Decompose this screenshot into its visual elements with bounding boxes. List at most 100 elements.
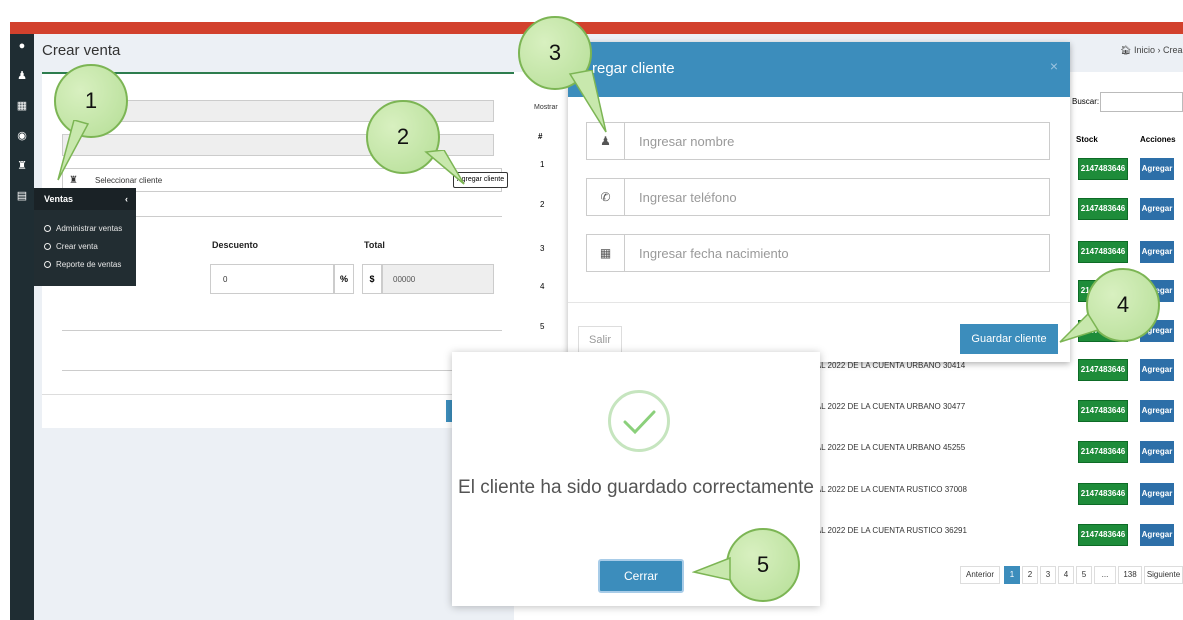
- success-message: El cliente ha sido guardado correctament…: [458, 477, 814, 498]
- search-input[interactable]: [1100, 92, 1183, 112]
- top-navbar: [10, 22, 1183, 34]
- home-icon: 🏠︎: [1120, 45, 1132, 55]
- circle-icon: [44, 225, 51, 232]
- pagination-page[interactable]: 4: [1058, 566, 1074, 584]
- menu-item-reporte-ventas[interactable]: Reporte de ventas: [44, 260, 121, 269]
- divider: [62, 370, 502, 371]
- search-label: Buscar:: [1072, 97, 1100, 106]
- pagination-page-active[interactable]: 1: [1004, 566, 1020, 584]
- currency-addon: $: [362, 264, 382, 294]
- name-placeholder: Ingresar nombre: [639, 134, 735, 149]
- chevron-left-icon: ‹: [125, 194, 128, 204]
- sales-menu-title: Ventas: [44, 194, 74, 204]
- pagination-page[interactable]: 5: [1076, 566, 1092, 584]
- add-client-modal: regar cliente × ♟ Ingresar nombre ✆ Ingr…: [568, 42, 1070, 362]
- show-entries-label: Mostrar: [534, 104, 558, 111]
- sales-icon[interactable]: ▤: [16, 190, 28, 202]
- callout-5: 5: [726, 528, 800, 602]
- menu-item-label: Crear venta: [56, 242, 98, 251]
- col-actions[interactable]: Acciones: [1140, 135, 1176, 144]
- row-number: 3: [540, 244, 545, 253]
- menu-item-crear-venta[interactable]: Crear venta: [44, 242, 98, 251]
- stock-badge: 2147483646: [1078, 241, 1128, 263]
- page-title: Crear venta: [42, 42, 121, 59]
- circle-icon: [44, 243, 51, 250]
- discount-label: Descuento: [212, 240, 259, 250]
- add-product-button[interactable]: Agregar: [1140, 524, 1174, 546]
- product-description: CAL 2022 DE LA CUENTA RUSTICO 37008: [810, 485, 967, 494]
- breadcrumb: 🏠︎ Inicio › Crear ve: [1120, 45, 1183, 56]
- exit-button[interactable]: Salir: [578, 326, 622, 354]
- close-button[interactable]: Cerrar: [598, 559, 684, 593]
- product-description: CAL 2022 DE LA CUENTA URBANO 30477: [810, 402, 966, 411]
- clients-icon[interactable]: ♜: [16, 160, 28, 172]
- client-select-value: Seleccionar cliente: [95, 176, 163, 185]
- row-number: 5: [540, 322, 545, 331]
- screenshot-stage: { "page": {"title": "Crear venta", "brea…: [0, 0, 1183, 620]
- callout-3-pointer: [568, 70, 607, 133]
- stock-badge: 2147483646: [1078, 158, 1128, 180]
- col-stock[interactable]: Stock: [1076, 135, 1098, 144]
- sales-submenu: Ventas ‹ Administrar ventas Crear venta …: [34, 188, 136, 286]
- row-number: 4: [540, 282, 545, 291]
- user-icon[interactable]: ♟: [16, 70, 28, 82]
- breadcrumb-current: Crear ve: [1163, 45, 1183, 55]
- phone-placeholder: Ingresar teléfono: [639, 190, 737, 205]
- row-number: 2: [540, 200, 545, 209]
- product-description: CAL 2022 DE LA CUENTA URBANO 45255: [810, 443, 966, 452]
- name-field[interactable]: ♟ Ingresar nombre: [586, 122, 1050, 160]
- pagination-page[interactable]: 138: [1118, 566, 1142, 584]
- add-product-button[interactable]: Agregar: [1140, 359, 1174, 381]
- modal-header: regar cliente ×: [568, 42, 1070, 97]
- stock-badge: 2147483646: [1078, 441, 1128, 463]
- menu-item-label: Administrar ventas: [56, 224, 123, 233]
- grid-icon[interactable]: ▦: [16, 100, 28, 112]
- percent-addon: %: [334, 264, 354, 294]
- stock-badge: 2147483646: [1078, 524, 1128, 546]
- add-product-button[interactable]: Agregar: [1140, 400, 1174, 422]
- add-product-button[interactable]: Agregar: [1140, 441, 1174, 463]
- phone-field[interactable]: ✆ Ingresar teléfono: [586, 178, 1050, 216]
- pagination-page[interactable]: 2: [1022, 566, 1038, 584]
- close-icon[interactable]: ×: [1050, 58, 1058, 74]
- birthdate-placeholder: Ingresar fecha nacimiento: [639, 246, 789, 261]
- sales-menu-header[interactable]: Ventas ‹: [34, 188, 136, 210]
- menu-item-administrar-ventas[interactable]: Administrar ventas: [44, 224, 122, 233]
- col-hash[interactable]: #: [538, 132, 542, 141]
- row-number: 1: [540, 160, 545, 169]
- add-product-button[interactable]: Agregar: [1140, 483, 1174, 505]
- callout-2-pointer: [424, 150, 465, 185]
- stock-badge: 2147483646: [1078, 359, 1128, 381]
- breadcrumb-home[interactable]: Inicio: [1134, 45, 1155, 55]
- product-description: CAL 2022 DE LA CUENTA URBANO 30414: [810, 361, 966, 370]
- pagination-prev[interactable]: Anterior: [960, 566, 1000, 584]
- add-product-button[interactable]: Agregar: [1140, 241, 1174, 263]
- total-label: Total: [364, 240, 385, 250]
- save-client-button[interactable]: Guardar cliente: [960, 324, 1058, 354]
- discount-value: 0: [223, 275, 228, 284]
- product-description: CAL 2022 DE LA CUENTA RUSTICO 36291: [810, 526, 967, 535]
- product-icon[interactable]: ◉: [16, 130, 28, 142]
- circle-icon: [44, 261, 51, 268]
- discount-input[interactable]: 0: [210, 264, 334, 294]
- callout-1-pointer: [57, 120, 90, 181]
- pagination-page[interactable]: 3: [1040, 566, 1056, 584]
- pagination-next[interactable]: Siguiente: [1144, 566, 1183, 584]
- stock-badge: 2147483646: [1078, 198, 1128, 220]
- stock-badge: 2147483646: [1078, 400, 1128, 422]
- total-value: 00000: [393, 275, 416, 284]
- divider: [62, 330, 502, 331]
- stock-badge: 2147483646: [1078, 483, 1128, 505]
- pagination-ellipsis: ...: [1094, 566, 1116, 584]
- callout-5-pointer: [692, 556, 731, 581]
- modal-footer-divider: [568, 302, 1070, 303]
- phone-icon: ✆: [587, 179, 625, 215]
- menu-item-label: Reporte de ventas: [56, 260, 122, 269]
- add-product-button[interactable]: Agregar: [1140, 158, 1174, 180]
- calendar-icon: ▦: [587, 235, 625, 271]
- home-icon[interactable]: ●: [16, 40, 28, 52]
- success-check-icon: [608, 390, 670, 452]
- birthdate-field[interactable]: ▦ Ingresar fecha nacimiento: [586, 234, 1050, 272]
- add-product-button[interactable]: Agregar: [1140, 198, 1174, 220]
- callout-4-pointer: [1059, 312, 1100, 343]
